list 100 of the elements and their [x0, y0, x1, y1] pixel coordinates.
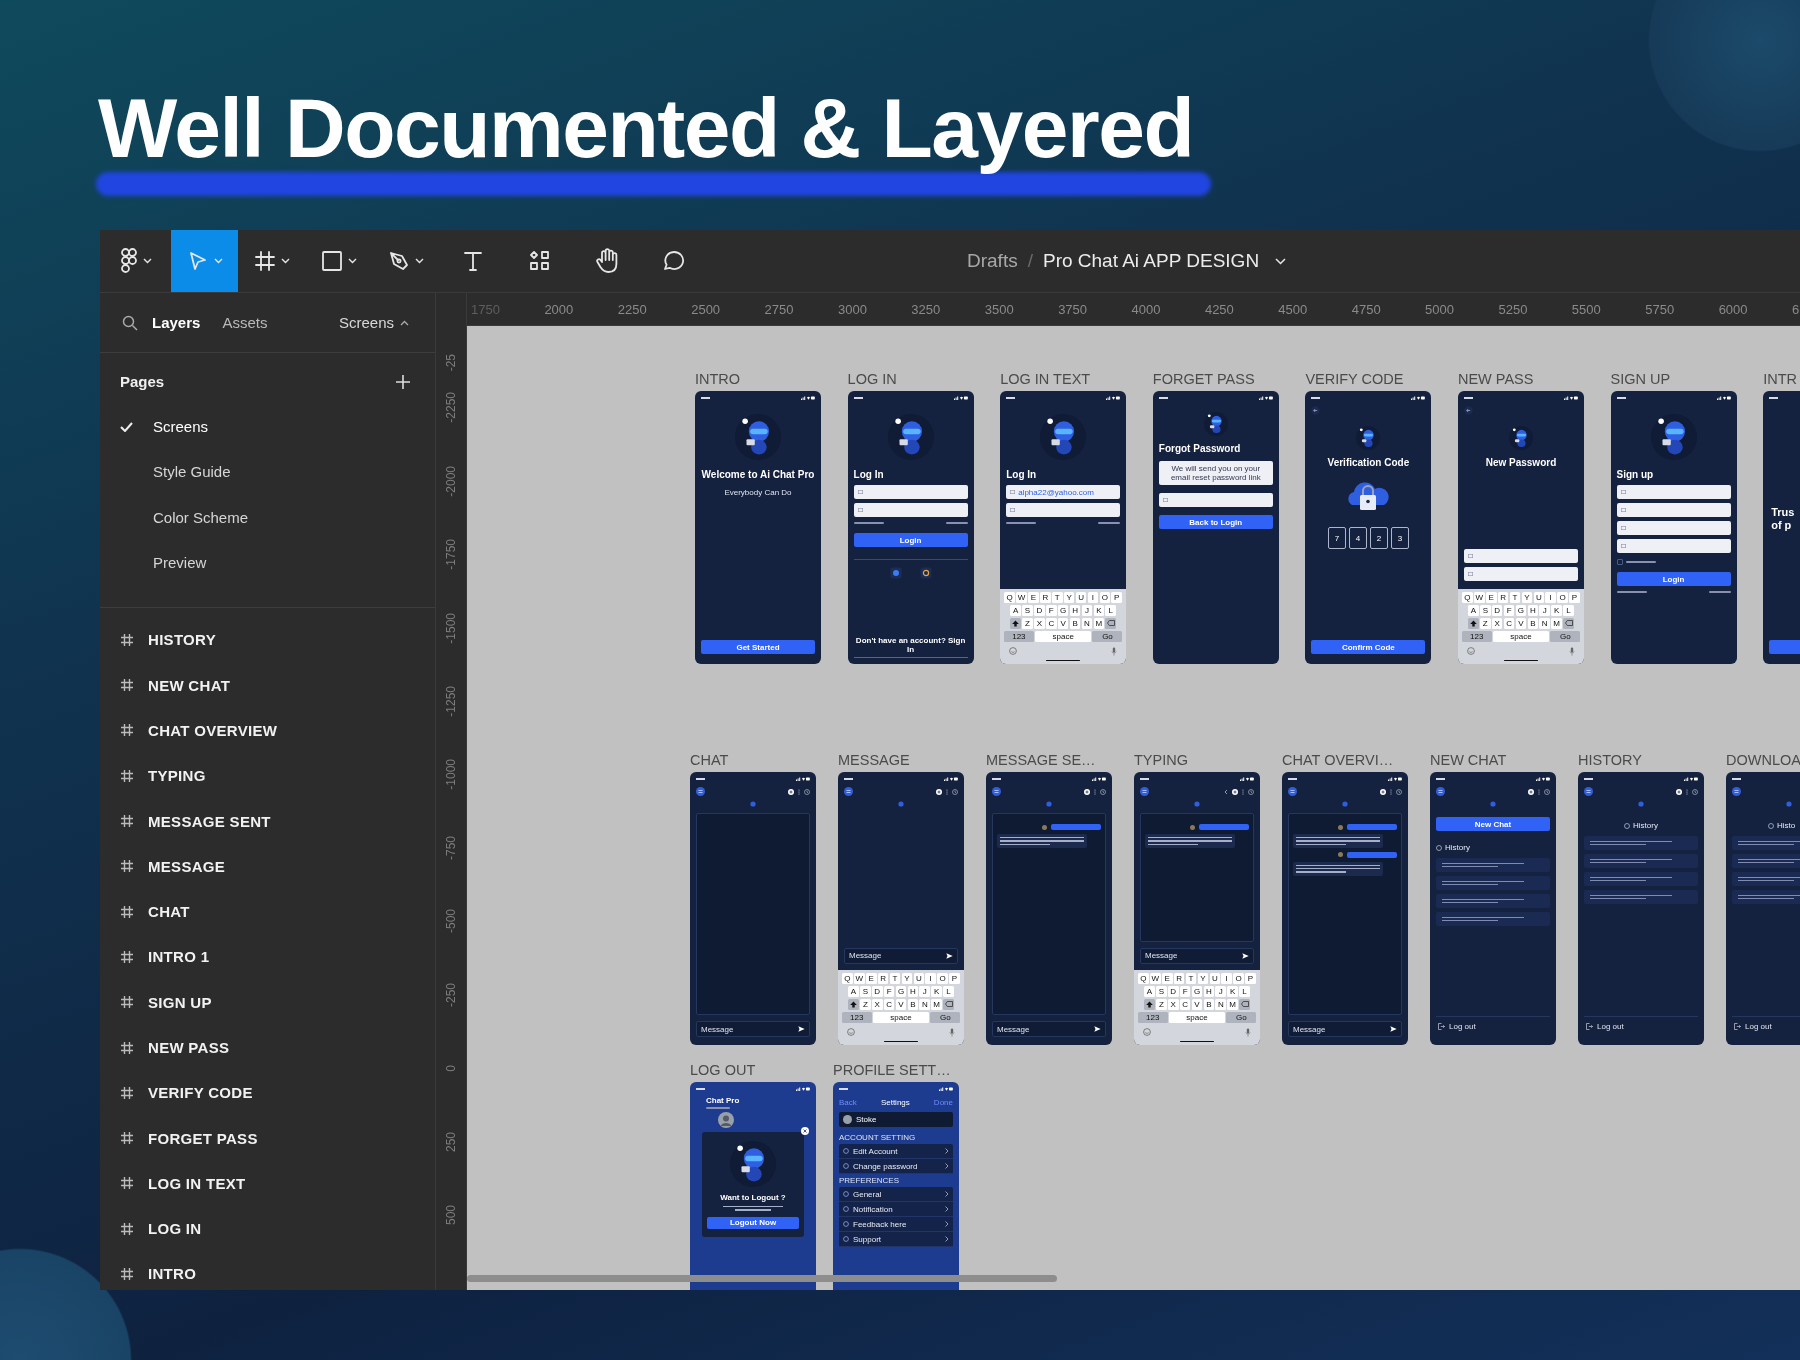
keyboard-key[interactable]: Q — [1462, 591, 1473, 603]
layer-item[interactable]: INTRO — [100, 1251, 435, 1290]
frame-label[interactable]: INTR — [1763, 371, 1800, 391]
history-icon[interactable] — [1100, 788, 1106, 795]
panel-tab[interactable]: Layers — [144, 310, 209, 335]
keyboard-key[interactable]: D — [1491, 604, 1503, 616]
keyboard-key[interactable]: Q — [842, 972, 853, 984]
keyboard-key[interactable]: S — [1156, 985, 1167, 997]
microphone-icon[interactable] — [1111, 646, 1118, 656]
keyboard-key[interactable]: Z — [1156, 998, 1167, 1010]
history-icon[interactable] — [1396, 788, 1402, 795]
emoji-icon[interactable] — [1143, 1027, 1151, 1036]
keyboard-key[interactable]: U — [1075, 591, 1087, 603]
phone-screen[interactable]: Message — [690, 772, 816, 1045]
keyboard-key[interactable]: G — [1515, 604, 1527, 616]
chevron-icon[interactable] — [1224, 788, 1228, 795]
layer-item[interactable]: NEW PASS — [100, 1024, 435, 1071]
back-arrow-icon[interactable] — [1311, 406, 1321, 415]
keyboard-key[interactable]: F — [883, 985, 895, 997]
frame-label[interactable]: PROFILE SETT… — [833, 1062, 959, 1082]
history-icon[interactable] — [952, 788, 958, 795]
keyboard-key[interactable]: R — [1040, 591, 1051, 603]
keyboard-key[interactable]: M — [1551, 617, 1562, 629]
keyboard-key[interactable]: G — [1191, 985, 1203, 997]
keyboard-key[interactable]: 123 — [841, 1011, 872, 1023]
backspace-key[interactable] — [1239, 998, 1250, 1010]
search-icon[interactable] — [122, 314, 138, 331]
signup-link[interactable]: Don't have an account? Sign In — [853, 636, 968, 658]
emoji-icon[interactable] — [1466, 646, 1475, 655]
keyboard-key[interactable]: C — [883, 998, 895, 1010]
logout-link[interactable]: Log out — [1597, 1022, 1624, 1031]
settings-item[interactable]: General — [839, 1187, 953, 1202]
keyboard-key[interactable]: K — [1551, 604, 1562, 616]
phone-screen[interactable]: Message — [1282, 772, 1408, 1045]
settings-item[interactable]: Edit Account — [839, 1144, 953, 1159]
primary-button[interactable]: Login — [853, 533, 968, 547]
phone-screen[interactable]: Log In alpha22@yahoo.com Q W E R T Y U I O P A S D F G H J K L Z X C V B N M 123 space Go — [1000, 391, 1127, 664]
page-item[interactable]: Color Scheme — [100, 494, 435, 540]
layer-item[interactable]: LOG IN TEXT — [100, 1160, 435, 1207]
input-field[interactable] — [853, 503, 968, 517]
keyboard-key[interactable]: Y — [1063, 591, 1075, 603]
keyboard-key[interactable]: D — [871, 985, 883, 997]
keyboard-key[interactable]: D — [1167, 985, 1179, 997]
keyboard-key[interactable]: space — [1035, 630, 1092, 642]
logout-button[interactable]: Logout Now — [707, 1216, 799, 1229]
keyboard-key[interactable]: F — [1179, 985, 1191, 997]
keyboard-key[interactable]: W — [1150, 972, 1161, 984]
keyboard-key[interactable]: A — [1468, 604, 1479, 616]
keyboard-key[interactable]: V — [1191, 998, 1203, 1010]
keyboard-key[interactable]: K — [931, 985, 942, 997]
keyboard-key[interactable]: E — [865, 972, 877, 984]
microphone-icon[interactable] — [1568, 646, 1575, 656]
layer-item[interactable]: MESSAGE SENT — [100, 798, 435, 844]
phone-screen[interactable]: Histo Log out — [1726, 772, 1800, 1045]
message-field[interactable]: Message — [1288, 1021, 1402, 1037]
keyboard-key[interactable]: 123 — [1003, 630, 1034, 642]
keyboard-key[interactable]: M — [1227, 998, 1238, 1010]
plus-circle-icon[interactable] — [1084, 788, 1090, 795]
phone-screen[interactable]: Welcome to Ai Chat Pro Everybody Can Do Get Started — [695, 391, 821, 664]
history-icon[interactable] — [804, 788, 810, 795]
phone-screen[interactable]: New Password Q W E R T Y U I O P A S D F G H J K L Z X C V B N M 123 space Go — [1457, 391, 1584, 664]
menu-icon[interactable] — [1584, 787, 1593, 796]
keyboard-key[interactable]: C — [1179, 998, 1191, 1010]
keyboard-key[interactable]: U — [1209, 972, 1221, 984]
backspace-key[interactable] — [1105, 617, 1117, 629]
frame-label[interactable]: CHAT OVERVI… — [1282, 752, 1408, 772]
plus-icon[interactable] — [395, 373, 411, 390]
frame-label[interactable]: NEW PASS — [1457, 371, 1584, 391]
keyboard-key[interactable]: O — [1557, 591, 1568, 603]
keyboard-key[interactable]: A — [1010, 604, 1021, 616]
layer-item[interactable]: VERIFY CODE — [100, 1070, 435, 1116]
keyboard-key[interactable]: P — [1111, 591, 1122, 603]
keyboard-key[interactable]: S — [1022, 604, 1033, 616]
keyboard-key[interactable]: Y — [1197, 972, 1209, 984]
social-icon[interactable] — [919, 567, 932, 579]
input-field[interactable] — [1616, 521, 1731, 535]
history-item[interactable] — [1584, 836, 1698, 850]
keyboard-key[interactable]: 123 — [1461, 630, 1492, 642]
scrollbar[interactable] — [467, 1275, 1057, 1282]
keyboard-key[interactable]: I — [1545, 591, 1556, 603]
logout-link[interactable]: Log out — [1449, 1022, 1476, 1031]
plus-circle-icon[interactable] — [1676, 788, 1682, 795]
message-field[interactable]: Message — [844, 947, 958, 964]
history-icon[interactable] — [1544, 788, 1550, 795]
input-field[interactable] — [1463, 566, 1578, 581]
keyboard-key[interactable]: space — [1492, 630, 1549, 642]
breadcrumb-link[interactable]: Drafts — [967, 250, 1018, 272]
keyboard-key[interactable]: N — [1081, 617, 1093, 629]
keyboard-key[interactable]: Q — [1138, 972, 1149, 984]
history-item[interactable] — [1584, 854, 1698, 868]
keyboard-key[interactable]: B — [1527, 617, 1539, 629]
message-field[interactable]: Message — [696, 1021, 810, 1037]
keyboard-key[interactable]: J — [919, 985, 931, 997]
frame-label[interactable]: LOG OUT — [690, 1062, 816, 1082]
keyboard-key[interactable]: W — [1016, 591, 1027, 603]
microphone-icon[interactable] — [949, 1027, 955, 1037]
keyboard-key[interactable]: H — [907, 985, 919, 997]
keyboard-key[interactable]: I — [1221, 972, 1232, 984]
phone-screen[interactable]: Trus of p — [1763, 391, 1800, 664]
phone-screen[interactable]: Forgot Password We will send you on your email reset password link Back to Login — [1152, 391, 1279, 664]
